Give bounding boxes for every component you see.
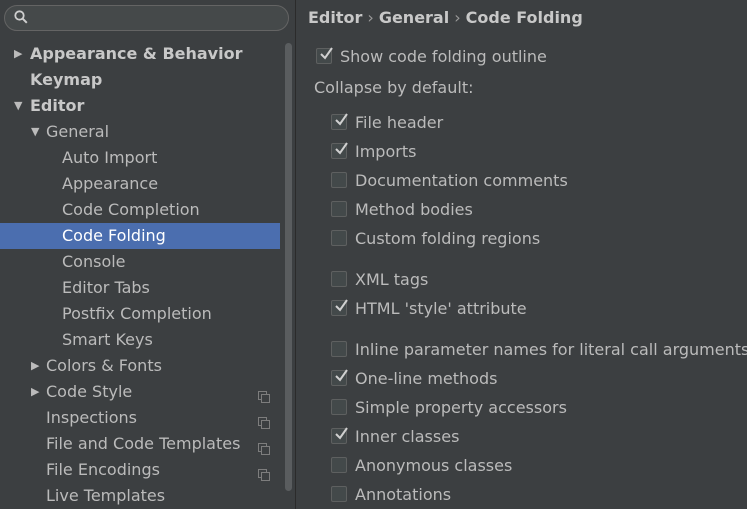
sidebar-item-label: Code Completion: [62, 200, 200, 219]
sidebar-item-label: Appearance: [62, 174, 159, 193]
sidebar-item-file-code-templates[interactable]: File and Code Templates: [0, 431, 295, 457]
sidebar-item-appearance-behavior[interactable]: ▶ Appearance & Behavior: [0, 41, 295, 67]
settings-tree: ▶ Appearance & Behavior Keymap ▼ Editor ▼ Gene…: [0, 41, 295, 509]
sidebar-item-label: Code Style: [46, 382, 133, 401]
project-scope-icon: [258, 385, 270, 403]
simple-property-accessors-label: Simple property accessors: [355, 398, 567, 417]
inline-parameter-names-checkbox[interactable]: [331, 341, 347, 357]
project-scope-icon: [258, 463, 270, 481]
search-icon: [14, 10, 28, 24]
anonymous-classes-label: Anonymous classes: [355, 456, 513, 475]
annotations-label: Annotations: [355, 485, 452, 504]
sidebar-item-label: Inspections: [46, 408, 137, 427]
file-header-checkbox[interactable]: [331, 113, 348, 130]
method-bodies-label: Method bodies: [355, 200, 473, 219]
show-outline-checkbox[interactable]: [316, 47, 333, 64]
collapse-by-default-label: Collapse by default:: [314, 78, 474, 97]
documentation-comments-label: Documentation comments: [355, 171, 568, 190]
project-scope-icon: [258, 411, 270, 429]
method-bodies-checkbox[interactable]: [331, 201, 347, 217]
custom-folding-regions-label: Custom folding regions: [355, 229, 541, 248]
sidebar-item-label: Code Folding: [62, 226, 166, 245]
sidebar-item-inspections[interactable]: Inspections: [0, 405, 295, 431]
sidebar-item-label: Editor: [30, 96, 85, 115]
sidebar-item-general[interactable]: ▼ General: [0, 119, 295, 145]
inner-classes-label: Inner classes: [355, 427, 460, 446]
search-input[interactable]: [4, 5, 289, 31]
sidebar-item-file-encodings[interactable]: File Encodings: [0, 457, 295, 483]
sidebar-item-colors-fonts[interactable]: ▶ Colors & Fonts: [0, 353, 295, 379]
sidebar-item-editor[interactable]: ▼ Editor: [0, 93, 295, 119]
one-line-methods-label: One-line methods: [355, 369, 498, 388]
breadcrumb: Editor › General › Code Folding: [308, 8, 583, 27]
collapsed-arrow-icon[interactable]: ▶: [14, 41, 26, 67]
html-style-attribute-label: HTML 'style' attribute: [355, 299, 527, 318]
collapsed-arrow-icon[interactable]: ▶: [31, 379, 43, 405]
sidebar-item-code-completion[interactable]: Code Completion: [0, 197, 295, 223]
breadcrumb-separator: ›: [367, 8, 374, 27]
sidebar-item-label: Smart Keys: [62, 330, 153, 349]
imports-label: Imports: [355, 142, 417, 161]
sidebar-item-smart-keys[interactable]: Smart Keys: [0, 327, 295, 353]
sidebar-item-live-templates[interactable]: Live Templates: [0, 483, 295, 509]
project-scope-icon: [258, 437, 270, 455]
one-line-methods-checkbox[interactable]: [331, 369, 348, 386]
sidebar-item-label: Live Templates: [46, 486, 166, 505]
breadcrumb-editor: Editor: [308, 8, 363, 27]
sidebar-item-label: File and Code Templates: [46, 434, 241, 453]
expanded-arrow-icon[interactable]: ▼: [31, 119, 43, 145]
sidebar-item-label: Console: [62, 252, 126, 271]
file-header-label: File header: [355, 113, 444, 132]
sidebar-item-console[interactable]: Console: [0, 249, 295, 275]
sidebar-item-code-folding[interactable]: Code Folding: [0, 223, 280, 249]
sidebar-item-label: Colors & Fonts: [46, 356, 162, 375]
sidebar-item-postfix-completion[interactable]: Postfix Completion: [0, 301, 295, 327]
sidebar-item-label: General: [46, 122, 110, 141]
anonymous-classes-checkbox[interactable]: [331, 457, 347, 473]
annotations-checkbox[interactable]: [331, 486, 347, 502]
imports-checkbox[interactable]: [331, 142, 348, 159]
html-style-attribute-checkbox[interactable]: [331, 299, 348, 316]
sidebar-item-label: File Encodings: [46, 460, 160, 479]
inner-classes-checkbox[interactable]: [331, 427, 348, 444]
collapsed-arrow-icon[interactable]: ▶: [31, 353, 43, 379]
sidebar-item-auto-import[interactable]: Auto Import: [0, 145, 295, 171]
sidebar-item-label: Keymap: [30, 70, 103, 89]
xml-tags-label: XML tags: [355, 270, 429, 289]
xml-tags-checkbox[interactable]: [331, 271, 347, 287]
documentation-comments-checkbox[interactable]: [331, 172, 347, 188]
settings-sidebar: ▶ Appearance & Behavior Keymap ▼ Editor ▼ Gene…: [0, 0, 295, 509]
custom-folding-regions-checkbox[interactable]: [331, 230, 347, 246]
sidebar-item-keymap[interactable]: Keymap: [0, 67, 295, 93]
sidebar-item-label: Postfix Completion: [62, 304, 212, 323]
sidebar-item-editor-tabs[interactable]: Editor Tabs: [0, 275, 295, 301]
breadcrumb-separator: ›: [454, 8, 461, 27]
simple-property-accessors-checkbox[interactable]: [331, 399, 347, 415]
sidebar-scrollbar-thumb[interactable]: [285, 43, 292, 491]
breadcrumb-code-folding: Code Folding: [465, 8, 583, 27]
breadcrumb-general: General: [378, 8, 450, 27]
sidebar-item-label: Appearance & Behavior: [30, 44, 243, 63]
sidebar-item-label: Auto Import: [62, 148, 158, 167]
sidebar-item-appearance[interactable]: Appearance: [0, 171, 295, 197]
settings-content: Editor › General › Code Folding Show code fo…: [296, 0, 747, 509]
inline-parameter-names-label: Inline parameter names for literal call …: [355, 340, 747, 359]
sidebar-item-label: Editor Tabs: [62, 278, 150, 297]
show-outline-label: Show code folding outline: [340, 47, 547, 66]
sidebar-item-code-style[interactable]: ▶ Code Style: [0, 379, 295, 405]
sidebar-scrollbar[interactable]: [283, 41, 294, 509]
expanded-arrow-icon[interactable]: ▼: [14, 93, 26, 119]
